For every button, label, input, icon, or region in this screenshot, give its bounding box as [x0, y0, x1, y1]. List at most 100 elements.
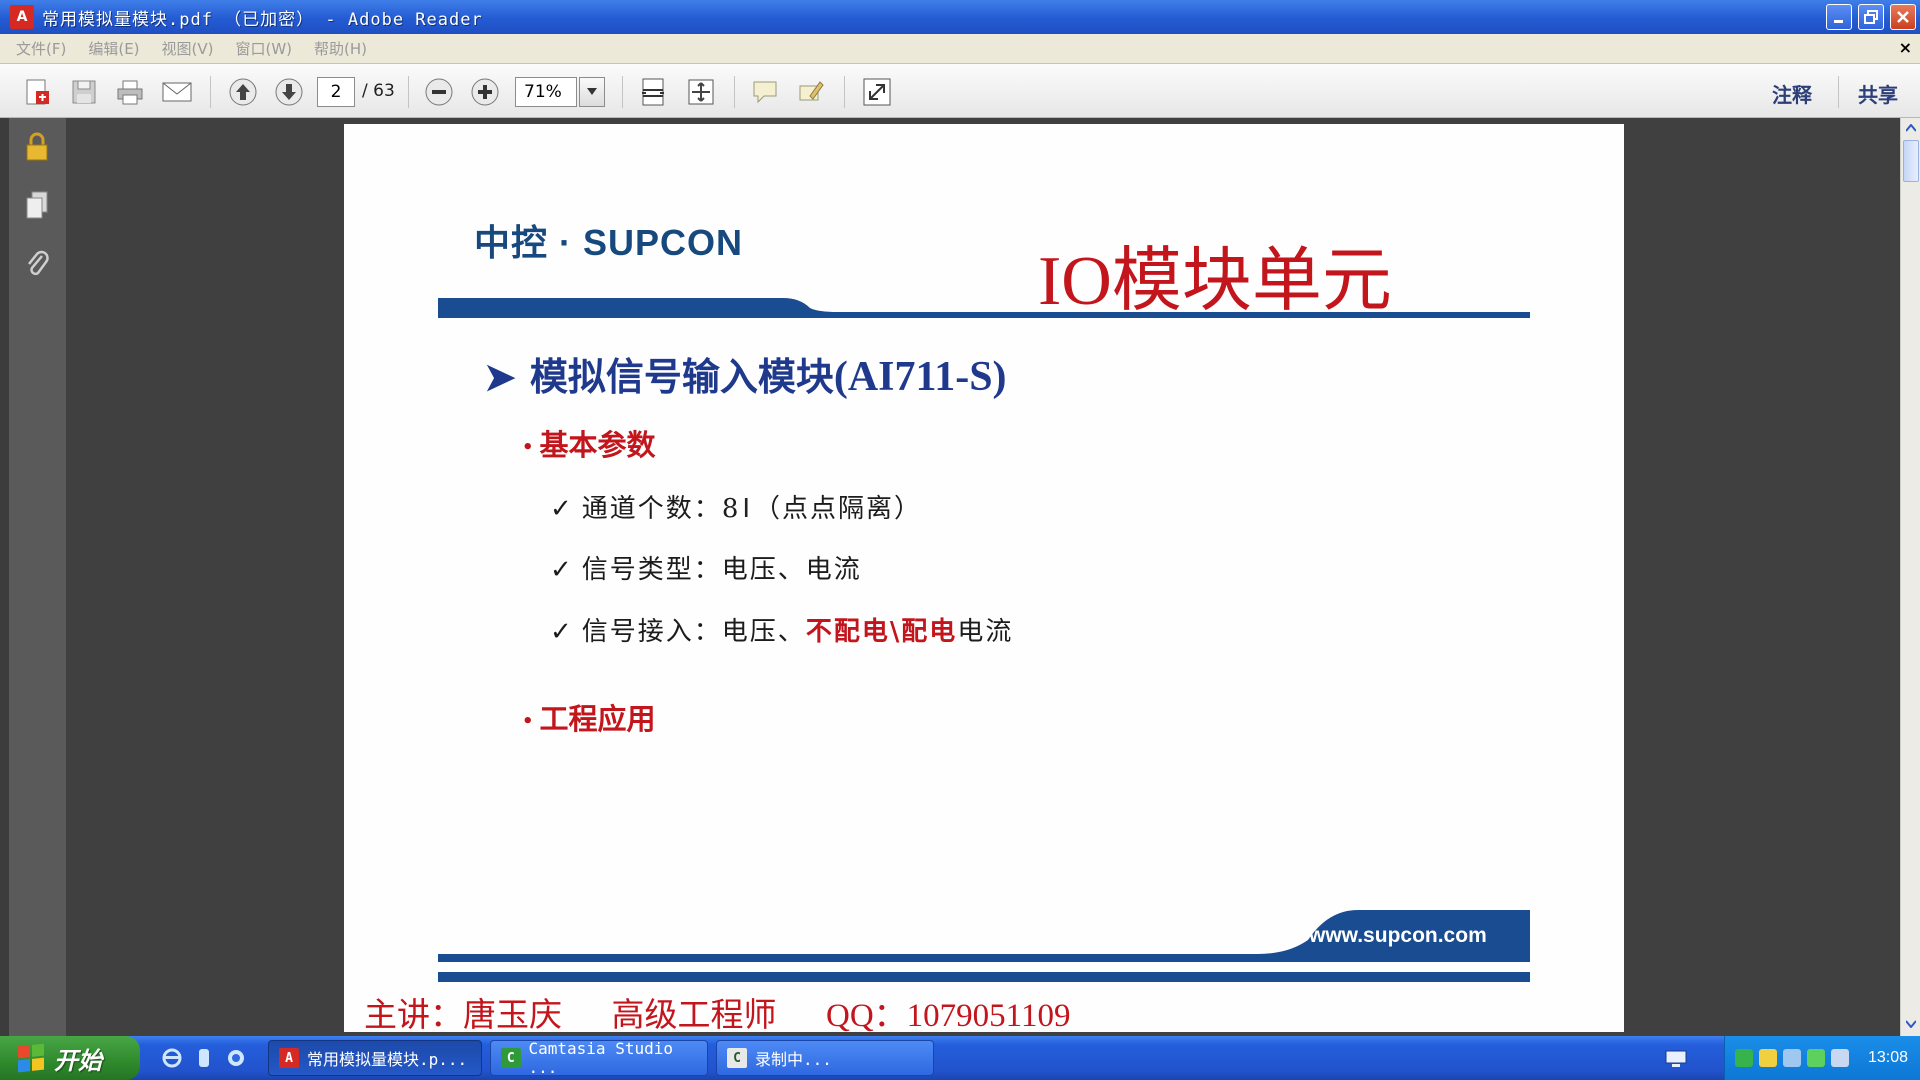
ie-quicklaunch-icon[interactable] — [160, 1046, 184, 1070]
param-note: （点点隔离） — [754, 494, 923, 524]
toolbar-separator — [734, 76, 735, 108]
menu-window[interactable]: 窗口(W) — [236, 38, 293, 59]
section-label: 基本参数 — [539, 428, 656, 462]
task-adobe-reader[interactable]: A 常用模拟量模块.p... — [268, 1040, 482, 1076]
clock: 13:08 — [1867, 1049, 1908, 1066]
toolbar-separator — [844, 76, 845, 108]
show-desktop-icon[interactable] — [1664, 1048, 1688, 1068]
browser-quicklaunch-icon[interactable] — [224, 1046, 248, 1070]
close-icon — [1897, 11, 1909, 23]
annotate-link[interactable]: 注释 — [1772, 79, 1812, 108]
menu-edit[interactable]: 编辑(E) — [88, 38, 139, 59]
vertical-scrollbar[interactable] — [1900, 118, 1920, 1036]
close-button[interactable] — [1890, 4, 1916, 30]
camtasia-icon: C — [501, 1048, 521, 1068]
task-camtasia[interactable]: C Camtasia Studio ... — [490, 1039, 708, 1077]
check-icon: ✓ — [550, 617, 574, 647]
fit-width-button[interactable] — [636, 75, 670, 109]
security-tray-icon[interactable] — [1807, 1049, 1825, 1067]
task-label: 录制中... — [755, 1050, 832, 1069]
attachments-panel-button[interactable] — [20, 246, 54, 280]
menu-bar: 文件(F) 编辑(E) 视图(V) 窗口(W) 帮助(H) × — [0, 34, 1920, 64]
next-page-button[interactable] — [272, 75, 306, 109]
check-icon: ✓ — [550, 494, 574, 524]
supcon-logo: 中控 · SUPCON — [474, 222, 744, 263]
zoom-dropdown-button[interactable] — [579, 77, 605, 107]
minimize-icon — [1834, 20, 1843, 23]
presenter-info: 主讲：唐玉庆 高级工程师 QQ：1079051109 — [364, 998, 1071, 1032]
print-button[interactable] — [113, 75, 147, 109]
pages-icon — [26, 191, 48, 219]
volume-icon[interactable] — [1783, 1049, 1801, 1067]
param-text: 信号类型：电压、电流 — [581, 555, 862, 585]
create-pdf-icon — [26, 79, 49, 105]
param-channel-count: ✓ 通道个数：8I（点点隔离） — [550, 488, 922, 525]
scroll-up-icon[interactable] — [1903, 120, 1919, 136]
share-link[interactable]: 共享 — [1858, 79, 1898, 108]
email-icon — [162, 82, 192, 102]
param-signal-type: ✓ 信号类型：电压、电流 — [550, 549, 862, 586]
navigation-panel — [9, 118, 66, 1036]
restore-button[interactable] — [1858, 4, 1884, 30]
header-band — [438, 298, 1530, 318]
zoom-out-button[interactable] — [422, 75, 456, 109]
menu-file[interactable]: 文件(F) — [16, 38, 66, 59]
media-quicklaunch-icon[interactable] — [192, 1046, 216, 1070]
page-total-label: / 63 — [362, 81, 395, 101]
create-pdf-button[interactable] — [20, 75, 54, 109]
toolbar-separator — [408, 76, 409, 108]
menu-view[interactable]: 视图(V) — [162, 38, 214, 59]
adobe-reader-icon: A — [10, 5, 34, 29]
footer-band — [438, 910, 1530, 982]
toolbar: 2 / 63 71% 注释 共享 — [0, 64, 1920, 118]
zoom-in-button[interactable] — [468, 75, 502, 109]
start-button[interactable]: 开始 — [0, 1036, 140, 1080]
param-value: 8 — [721, 494, 741, 524]
pages-panel-button[interactable] — [20, 188, 54, 222]
fit-page-button[interactable] — [684, 75, 718, 109]
scroll-down-icon[interactable] — [1903, 1016, 1919, 1032]
heading-text: 模拟信号输入模块 — [529, 354, 834, 399]
network-icon[interactable] — [1735, 1049, 1753, 1067]
highlight-button[interactable] — [794, 75, 828, 109]
system-tray: 13:08 — [1724, 1036, 1920, 1080]
restore-icon — [1864, 10, 1878, 24]
previous-page-button[interactable] — [226, 75, 260, 109]
arrow-up-icon — [229, 78, 257, 106]
param-label: 通道个数： — [581, 494, 722, 524]
comment-button[interactable] — [748, 75, 782, 109]
footer-url: www.supcon.com — [1309, 924, 1487, 947]
recording-icon: C — [727, 1048, 747, 1068]
security-panel-button[interactable] — [20, 130, 54, 164]
full-screen-button[interactable] — [860, 75, 894, 109]
bullet-icon: • — [522, 710, 534, 732]
scrollbar-thumb[interactable] — [1903, 140, 1919, 182]
window-title: 常用模拟量模块.pdf （已加密） - Adobe Reader — [42, 9, 483, 30]
zoom-level-input[interactable]: 71% — [515, 77, 577, 107]
fit-width-icon — [642, 78, 664, 106]
document-close-button[interactable]: × — [1899, 38, 1912, 57]
task-label: Camtasia Studio ... — [528, 1039, 674, 1077]
section-heading: ➤ 模拟信号输入模块(AI711-S) — [484, 346, 1007, 401]
email-button[interactable] — [160, 75, 194, 109]
arrow-down-icon — [275, 78, 303, 106]
lock-icon — [26, 132, 48, 161]
heading-model: (AI711-S) — [833, 354, 1007, 400]
arrow-bullet-icon: ➤ — [484, 354, 516, 399]
save-icon — [72, 80, 96, 104]
fit-page-icon — [688, 79, 714, 105]
task-recording[interactable]: C 录制中... — [716, 1040, 934, 1076]
task-label: 常用模拟量模块.p... — [307, 1050, 468, 1069]
expand-icon — [863, 78, 891, 106]
param-signal-input: ✓ 信号接入：电压、不配电\配电电流 — [550, 611, 1013, 648]
save-button[interactable] — [67, 75, 101, 109]
comment-icon — [753, 81, 777, 104]
page-number-input[interactable]: 2 — [317, 77, 355, 107]
monitor-tray-icon[interactable] — [1831, 1049, 1849, 1067]
chevron-down-icon — [587, 88, 597, 95]
section-label: 工程应用 — [539, 702, 656, 736]
title-bar: A 常用模拟量模块.pdf （已加密） - Adobe Reader — [0, 0, 1920, 34]
menu-help[interactable]: 帮助(H) — [314, 38, 367, 59]
notification-icon[interactable] — [1759, 1049, 1777, 1067]
minimize-button[interactable] — [1826, 4, 1852, 30]
